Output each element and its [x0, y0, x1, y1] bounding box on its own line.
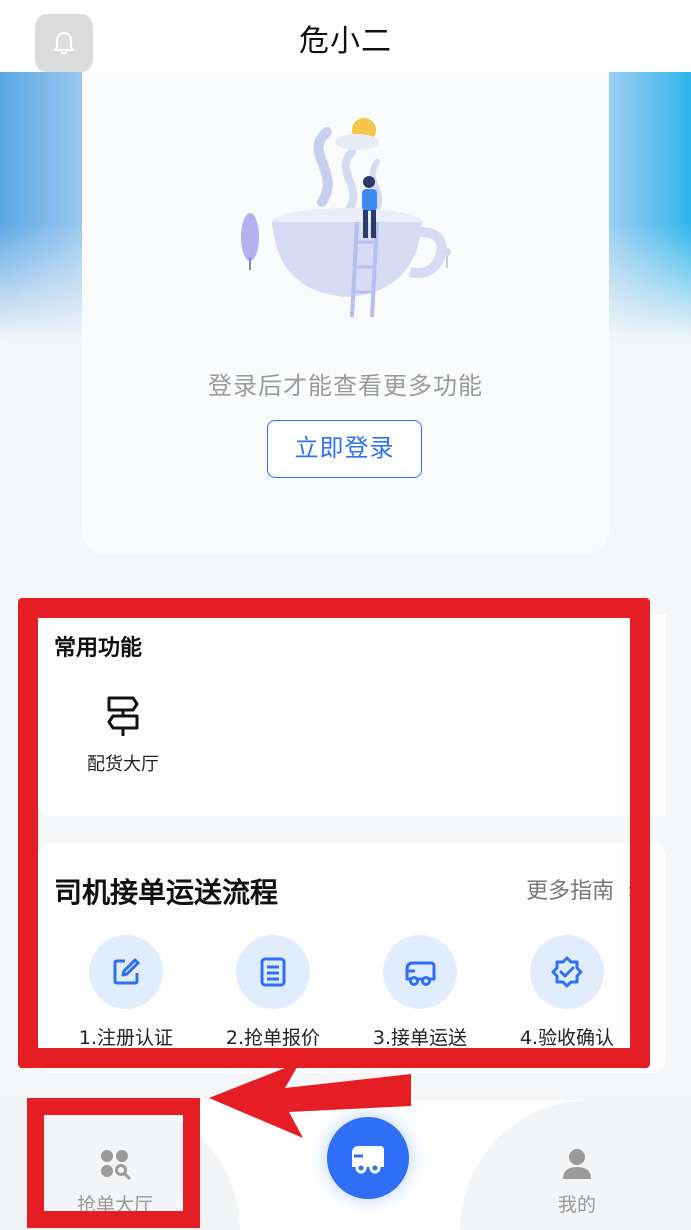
annotation-arrow-icon — [209, 1062, 411, 1138]
common-functions-title: 常用功能 — [54, 636, 143, 661]
document-icon — [260, 957, 286, 987]
step-icon-wrap — [530, 935, 604, 1009]
edit-icon — [113, 958, 140, 985]
chevron-right-icon: › — [627, 879, 636, 904]
tab-label: 抢单大厅 — [76, 1194, 153, 1216]
step-quote[interactable]: 2.抢单报价 — [203, 935, 343, 1050]
truck-icon — [352, 1146, 384, 1174]
step-icon-wrap — [89, 935, 163, 1009]
user-icon — [563, 1149, 591, 1179]
login-button[interactable]: 立即登录 — [267, 420, 422, 478]
driver-process-section: 司机接单运送流程 更多指南 › 1.注册认证 2.抢单报价 3.接单运送 4.验… — [38, 843, 666, 1073]
page-title: 危小二 — [299, 24, 392, 59]
func-item-label: 配货大厅 — [87, 754, 159, 775]
func-item-dispatch-hall[interactable]: 配货大厅 — [68, 694, 178, 776]
login-tip: 登录后才能查看更多功能 — [208, 372, 483, 400]
process-title: 司机接单运送流程 — [54, 876, 279, 909]
step-label: 3.接单运送 — [372, 1027, 468, 1049]
step-transport[interactable]: 3.接单运送 — [350, 935, 490, 1050]
step-icon-wrap — [383, 935, 457, 1009]
step-label: 4.验收确认 — [519, 1027, 615, 1049]
tab-label: 我的 — [557, 1194, 596, 1216]
step-register[interactable]: 1.注册认证 — [56, 935, 196, 1050]
step-icon-wrap — [236, 935, 310, 1009]
coffee-cup-illustration — [241, 118, 451, 318]
step-confirm[interactable]: 4.验收确认 — [497, 935, 637, 1050]
common-functions-section: 常用功能 配货大厅 — [38, 614, 666, 816]
tab-mine[interactable]: 我的 — [517, 1148, 637, 1217]
app-header: 危小二 — [0, 0, 691, 72]
verified-badge-icon — [551, 956, 583, 988]
more-guide-link[interactable]: 更多指南 › — [526, 873, 636, 905]
tab-grab-order-hall[interactable]: 抢单大厅 — [55, 1148, 175, 1217]
truck-icon — [405, 961, 436, 986]
signpost-icon — [107, 696, 139, 736]
login-card: 登录后才能查看更多功能 立即登录 — [82, 72, 609, 554]
more-guide-label: 更多指南 — [526, 879, 615, 904]
step-label: 2.抢单报价 — [225, 1027, 321, 1049]
grab-order-icon — [101, 1150, 131, 1180]
step-label: 1.注册认证 — [78, 1027, 174, 1049]
